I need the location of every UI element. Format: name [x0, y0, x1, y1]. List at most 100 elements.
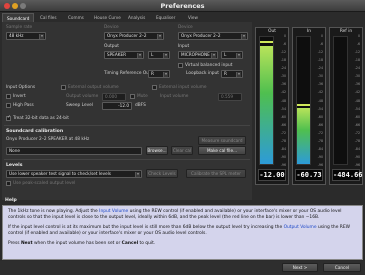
scale-tick-label: -96: [354, 163, 360, 167]
input-label: Input: [178, 44, 190, 49]
out-meter: Out 0 -6 -12 -18 -24 -30 -36 -42 -48 -54 -60 -66 -72…: [255, 27, 289, 185]
treat-32bit-checkbox[interactable]: [6, 115, 11, 121]
cancel-button[interactable]: Cancel: [323, 263, 361, 272]
help-panel: The 1kHz tone is now playing. Adjust the…: [2, 205, 363, 260]
calibration-title: Soundcard calibration: [6, 129, 64, 134]
clear-cal-button[interactable]: Clear cal: [171, 146, 193, 155]
output-channel-value: SPEAKER: [107, 52, 126, 57]
tab-soundcard[interactable]: Soundcard: [2, 13, 35, 22]
measure-soundcard-button[interactable]: Measure soundcard: [198, 136, 246, 145]
sweep-level-field[interactable]: -12.0: [102, 102, 132, 110]
chevron-down-icon: ▾: [39, 34, 44, 39]
scale-tick-label: -30: [280, 74, 286, 79]
tab-bar: Soundcard Cal files Comms House Curve An…: [2, 13, 252, 22]
cal-file-field[interactable]: None: [6, 147, 142, 155]
scale-tick-label: -36: [317, 82, 323, 87]
scale-tick-label: -12: [354, 50, 360, 55]
scale-tick-label: -54: [317, 106, 323, 111]
scale-tick-label: -72: [280, 130, 286, 135]
meter-track: [296, 36, 311, 165]
make-cal-file-button[interactable]: Make cal file...: [198, 146, 246, 155]
help-highlight: Input Volume: [99, 209, 129, 214]
tab-comms[interactable]: Comms: [64, 13, 88, 22]
virtual-balanced-checkbox[interactable]: [178, 63, 183, 68]
invert-checkbox[interactable]: [6, 94, 11, 99]
input-device-value: Onyx Producer 2–2: [181, 33, 221, 38]
input-channel-select[interactable]: MICROPHONE ▾: [178, 51, 218, 59]
input-volume-field[interactable]: 0.559: [218, 93, 242, 101]
sweep-level-unit: dBFS: [135, 103, 146, 108]
loopback-label: Loopback input: [186, 71, 219, 76]
help-highlight: Output Volume: [283, 225, 317, 230]
chevron-down-icon: ▾: [157, 34, 162, 39]
chevron-down-icon: ▾: [135, 172, 140, 177]
scale-tick-label: -78: [354, 138, 360, 143]
high-pass-label: High Pass: [13, 103, 34, 108]
scale-tick-label: -96: [280, 163, 286, 167]
scale-tick-label: -42: [317, 90, 323, 95]
output-side-value: L: [151, 52, 154, 57]
mute-checkbox[interactable]: [130, 94, 135, 99]
scale-tick-label: 0: [283, 34, 286, 38]
output-device-label: Device: [104, 25, 119, 30]
loopback-side-select[interactable]: R ▾: [221, 70, 243, 78]
meter-peak-line: [297, 103, 310, 106]
sample-rate-value: 48 kHz: [9, 33, 24, 38]
scale-tick-label: -24: [280, 66, 286, 71]
scale-tick-label: -48: [317, 98, 323, 103]
tab-view[interactable]: View: [184, 13, 202, 22]
levels-title: Levels: [6, 163, 23, 168]
tab-equaliser[interactable]: Equaliser: [152, 13, 179, 22]
input-device-label: Device: [178, 25, 193, 30]
stop-signals-checkbox[interactable]: [6, 181, 11, 186]
help-paragraph: Press Next when the input volume has bee…: [8, 241, 357, 247]
input-device-select[interactable]: Onyx Producer 2–2 ▾: [178, 32, 248, 40]
scale-tick-label: -66: [354, 122, 360, 127]
tab-cal-files[interactable]: Cal files: [36, 13, 61, 22]
output-label: Output: [104, 44, 119, 49]
output-side-select[interactable]: L ▾: [148, 51, 170, 59]
scale-tick-label: -18: [280, 58, 286, 63]
calibrate-spl-button[interactable]: Calibrate the SPL meter: [186, 169, 246, 178]
sample-rate-select[interactable]: 48 kHz ▾: [6, 32, 46, 40]
scale-tick-label: -12: [317, 50, 323, 55]
chevron-down-icon: ▾: [236, 53, 241, 58]
scale-tick-label: -60: [317, 114, 323, 119]
input-channel-value: MICROPHONE: [181, 52, 210, 57]
levels-signal-select[interactable]: Use lower speaker test signal to check/s…: [6, 170, 142, 178]
tab-analysis[interactable]: Analysis: [124, 13, 149, 22]
help-title: Help: [5, 198, 17, 203]
high-pass-checkbox[interactable]: [6, 103, 11, 108]
scale-tick-label: -66: [280, 122, 286, 127]
chevron-down-icon: ▾: [241, 34, 246, 39]
meter-track: [259, 36, 274, 165]
output-channel-select[interactable]: SPEAKER ▾: [104, 51, 144, 59]
scale-tick-label: -60: [354, 114, 360, 119]
output-device-select[interactable]: Onyx Producer 2–2 ▾: [104, 32, 164, 40]
input-options-label: Input Options: [6, 85, 36, 90]
check-levels-button[interactable]: Check Levels: [146, 169, 178, 178]
scale-tick-label: -30: [354, 74, 360, 79]
help-text: Press: [8, 241, 21, 246]
external-input-checkbox[interactable]: [152, 85, 157, 90]
tab-house-curve[interactable]: House Curve: [90, 13, 125, 22]
browse-button[interactable]: Browse...: [146, 146, 168, 155]
help-paragraph: If the input level control is at its max…: [8, 225, 357, 237]
virtual-balanced-label: Virtual balanced input: [185, 63, 233, 68]
scale-tick-label: -30: [317, 74, 323, 79]
scale-tick-label: -90: [354, 154, 360, 159]
scale-tick-label: -84: [280, 146, 286, 151]
next-button[interactable]: Next >: [282, 263, 318, 272]
scale-tick-label: -96: [317, 163, 323, 167]
soundcard-panel: Sample rate 48 kHz ▾ Device Onyx Produce…: [2, 22, 252, 200]
meter-readout: -12.00: [258, 169, 286, 181]
sample-rate-label: Sample rate: [6, 25, 33, 30]
help-paragraph: The 1kHz tone is now playing. Adjust the…: [8, 209, 357, 221]
external-output-checkbox[interactable]: [61, 85, 66, 90]
scale-tick-label: 0: [357, 34, 360, 38]
timing-side-select[interactable]: R ▾: [148, 70, 170, 78]
input-side-select[interactable]: L ▾: [221, 51, 243, 59]
output-volume-field[interactable]: 0.000: [102, 93, 126, 101]
footer-bar: Next > Cancel: [0, 261, 365, 275]
scale-tick-label: -42: [354, 90, 360, 95]
